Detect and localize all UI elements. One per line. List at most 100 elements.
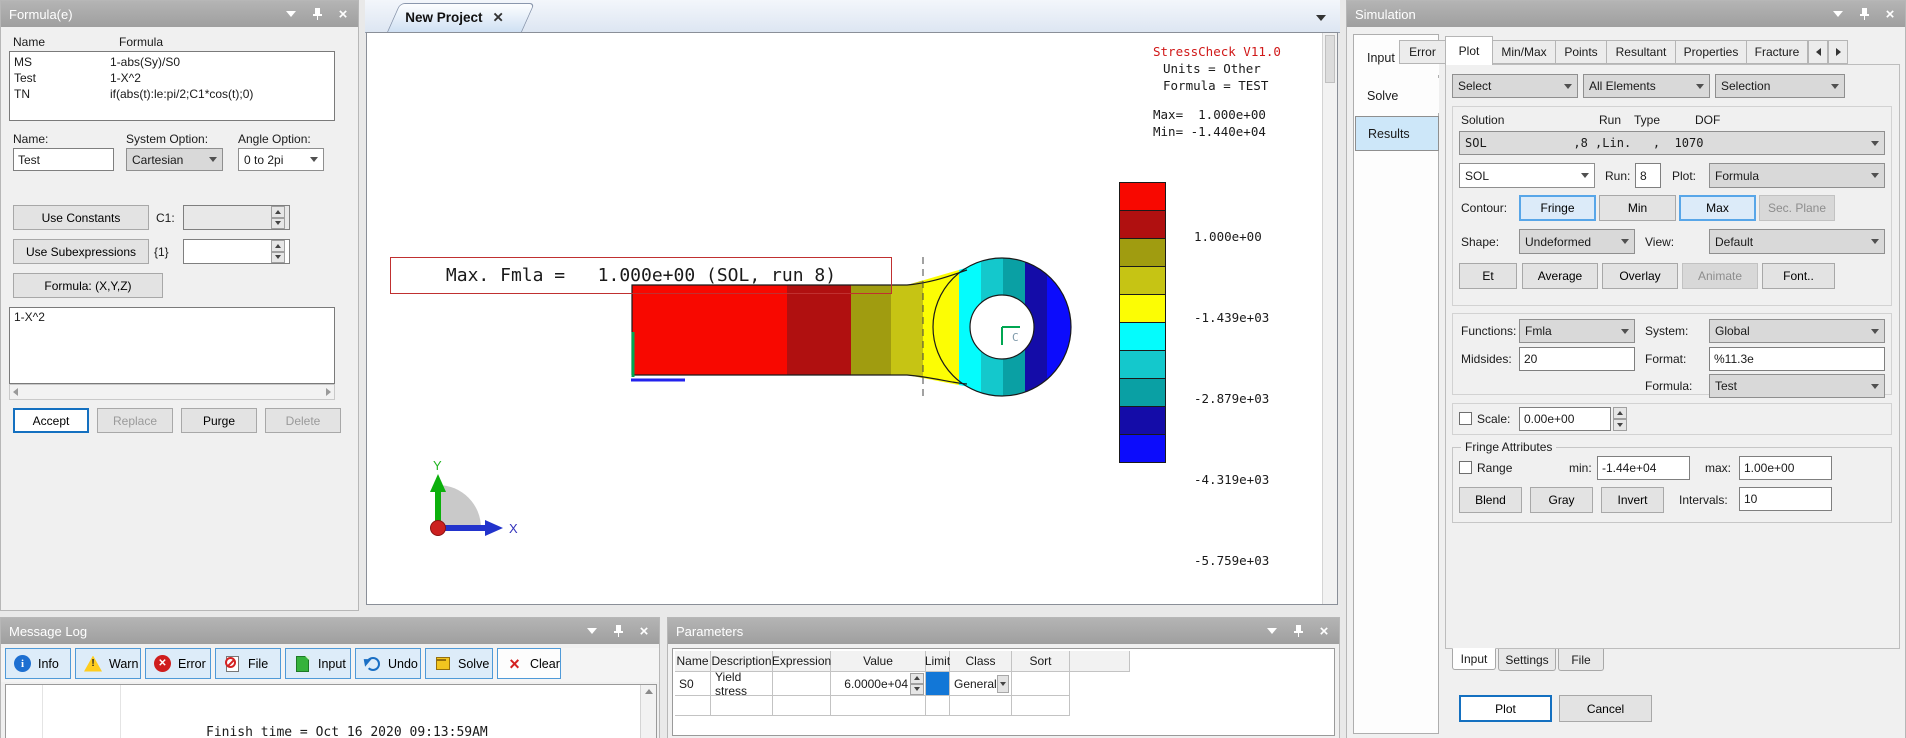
- param-empty-cell[interactable]: [831, 696, 926, 716]
- close-icon[interactable]: [336, 7, 350, 21]
- format-input[interactable]: %11.3e: [1709, 347, 1885, 371]
- formula-list-row[interactable]: MS 1-abs(Sy)/S0: [14, 54, 330, 70]
- midsides-input[interactable]: 20: [1519, 347, 1635, 371]
- scale-spinner[interactable]: [1613, 407, 1627, 431]
- use-constants-button[interactable]: Use Constants: [13, 205, 149, 230]
- log-warn-button[interactable]: !Warn: [75, 648, 141, 679]
- functions-select[interactable]: Fmla: [1519, 319, 1635, 343]
- log-undo-button[interactable]: Undo: [355, 648, 421, 679]
- tab-minmax[interactable]: Min/Max: [1492, 40, 1556, 64]
- c1-spinner[interactable]: [271, 206, 285, 229]
- param-empty-cell[interactable]: [711, 696, 773, 716]
- param-empty-cell[interactable]: [1012, 696, 1070, 716]
- range-max-input[interactable]: 1.00e+00: [1739, 456, 1832, 480]
- log-clear-button[interactable]: Clear: [497, 648, 561, 679]
- invert-button[interactable]: Invert: [1601, 487, 1664, 513]
- scroll-right-icon[interactable]: [326, 388, 331, 396]
- tab-close-icon[interactable]: ✕: [492, 10, 503, 26]
- view-select[interactable]: Default: [1709, 229, 1885, 254]
- tab-points[interactable]: Points: [1555, 40, 1607, 64]
- log-info-button[interactable]: iInfo: [5, 648, 71, 679]
- formula-list-row[interactable]: Test 1-X^2: [14, 70, 330, 86]
- param-empty-cell[interactable]: [773, 696, 831, 716]
- tab-fracture[interactable]: Fracture: [1746, 40, 1808, 64]
- message-log-list[interactable]: Finish time = Oct 16 2020 09:13:59AM Sol…: [5, 684, 657, 738]
- c1-input[interactable]: [183, 205, 290, 230]
- close-icon[interactable]: [1317, 624, 1331, 638]
- fringe-button[interactable]: Fringe: [1519, 195, 1596, 221]
- tab-plot[interactable]: Plot: [1445, 36, 1493, 65]
- method-select[interactable]: Select: [1452, 74, 1578, 98]
- log-error-button[interactable]: ✕Error: [145, 648, 211, 679]
- tab-scroll-left[interactable]: [1808, 40, 1828, 64]
- pin-icon[interactable]: [310, 7, 324, 21]
- panel-menu-icon[interactable]: [284, 7, 298, 21]
- shape-select[interactable]: Undeformed: [1519, 229, 1635, 254]
- range-checkbox[interactable]: [1459, 461, 1472, 474]
- col-header-value[interactable]: Value: [831, 651, 926, 672]
- col-header-limit[interactable]: Limit: [926, 651, 950, 672]
- formula-xyz-button[interactable]: Formula: (X,Y,Z): [13, 273, 163, 298]
- close-icon[interactable]: [1883, 7, 1897, 21]
- log-solve-button[interactable]: Solve: [425, 648, 493, 679]
- param-description-cell[interactable]: Yield stress: [711, 672, 773, 696]
- pin-icon[interactable]: [1857, 7, 1871, 21]
- max-button[interactable]: Max: [1679, 195, 1756, 221]
- formula-list-row[interactable]: TN if(abs(t):le:pi/2;C1*cos(t);0): [14, 86, 330, 102]
- col-header-sort[interactable]: Sort: [1012, 651, 1070, 672]
- pin-icon[interactable]: [1291, 624, 1305, 638]
- bottom-tab-settings[interactable]: Settings: [1498, 649, 1556, 671]
- param-empty-cell[interactable]: [926, 696, 950, 716]
- font-button[interactable]: Font..: [1762, 263, 1835, 289]
- nav-item-results[interactable]: Results: [1355, 116, 1439, 151]
- blend-button[interactable]: Blend: [1459, 487, 1522, 513]
- viewport-vscrollbar[interactable]: [1322, 33, 1337, 604]
- close-icon[interactable]: [637, 624, 651, 638]
- graphics-viewport[interactable]: C Y X StressCheck V11.0 Units =: [366, 32, 1338, 605]
- sec-plane-button[interactable]: Sec. Plane: [1759, 195, 1835, 221]
- solution-list-row[interactable]: SOL ,8 ,Lin. , 1070: [1459, 131, 1885, 155]
- log-vscrollbar[interactable]: [640, 685, 656, 738]
- param-empty-cell[interactable]: [675, 696, 711, 716]
- cancel-button[interactable]: Cancel: [1559, 695, 1652, 722]
- formula-editor[interactable]: 1-X^2: [9, 307, 335, 384]
- param-expression-cell[interactable]: [773, 672, 831, 696]
- range-min-input[interactable]: -1.44e+04: [1597, 456, 1690, 480]
- param-empty-cell[interactable]: [950, 696, 1012, 716]
- tab-properties[interactable]: Properties: [1675, 40, 1747, 64]
- param-limit-cell[interactable]: [926, 672, 950, 696]
- col-header-class[interactable]: Class: [950, 651, 1012, 672]
- system-select[interactable]: Global: [1709, 319, 1885, 343]
- col-header-expression[interactable]: Expression: [773, 651, 831, 672]
- name-input[interactable]: Test: [13, 148, 114, 171]
- tab-resultant[interactable]: Resultant: [1606, 40, 1676, 64]
- purge-button[interactable]: Purge: [181, 408, 257, 433]
- param-class-cell[interactable]: General: [950, 672, 1012, 696]
- param-name-cell[interactable]: S0: [675, 672, 711, 696]
- run-input[interactable]: 8: [1635, 163, 1661, 188]
- scale-checkbox[interactable]: [1459, 412, 1472, 425]
- replace-button[interactable]: Replace: [97, 408, 173, 433]
- panel-menu-icon[interactable]: [1831, 7, 1845, 21]
- value-spinner[interactable]: [910, 673, 924, 695]
- subexpression-spinner[interactable]: [271, 240, 285, 263]
- formula-list[interactable]: MS 1-abs(Sy)/S0 Test 1-X^2 TN if(abs(t):…: [9, 51, 335, 121]
- average-button[interactable]: Average: [1522, 263, 1598, 289]
- pin-icon[interactable]: [611, 624, 625, 638]
- system-option-select[interactable]: Cartesian: [126, 148, 223, 171]
- selection-select[interactable]: Selection: [1715, 74, 1845, 98]
- use-subexpressions-button[interactable]: Use Subexpressions: [13, 239, 149, 264]
- panel-menu-icon[interactable]: [585, 624, 599, 638]
- subexpression-input[interactable]: [183, 239, 290, 264]
- log-file-button[interactable]: File: [215, 648, 281, 679]
- intervals-input[interactable]: 10: [1739, 487, 1832, 511]
- plot-button[interactable]: Plot: [1459, 695, 1552, 722]
- panel-menu-icon[interactable]: [1265, 624, 1279, 638]
- tab-error[interactable]: Error: [1399, 40, 1446, 64]
- nav-item-solve[interactable]: Solve: [1355, 78, 1439, 113]
- min-button[interactable]: Min: [1599, 195, 1676, 221]
- tab-scroll-right[interactable]: [1828, 40, 1848, 64]
- log-input-button[interactable]: Input: [285, 648, 351, 679]
- delete-button[interactable]: Delete: [265, 408, 341, 433]
- et-button[interactable]: Et: [1459, 263, 1517, 289]
